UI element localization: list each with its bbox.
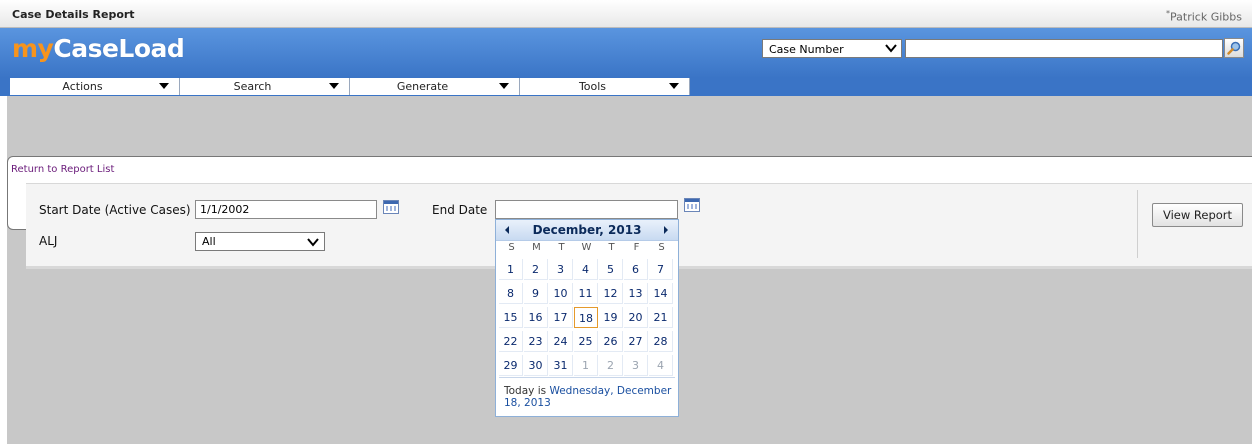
- window-title: Case Details Report: [12, 8, 135, 21]
- end-date-input[interactable]: [495, 200, 678, 219]
- weekday-label: T: [608, 242, 615, 253]
- menu-bar: Actions Search Generate Tools: [0, 78, 1252, 96]
- calendar-day[interactable]: 7: [649, 259, 673, 280]
- calendar-day[interactable]: 31: [549, 355, 573, 376]
- calendar-day[interactable]: 1: [499, 259, 523, 280]
- form-divider: [1137, 190, 1138, 258]
- calendar-day[interactable]: 23: [524, 331, 548, 352]
- weekday-label: F: [633, 242, 640, 253]
- menu-actions-label: Actions: [62, 80, 103, 93]
- weekday-label: S: [508, 242, 515, 253]
- app-header: myCaseLoad Case Number: [0, 28, 1252, 78]
- alj-select[interactable]: All: [195, 232, 325, 251]
- calendar-day[interactable]: 1: [574, 355, 598, 376]
- user-name-text: Patrick Gibbs: [1170, 10, 1242, 24]
- alj-value: All: [202, 235, 216, 248]
- date-picker-popup: December, 2013 SMTWTFS 1 2 3 4 5 6 7 8 9 10 11 12 13…: [495, 219, 679, 417]
- weekday-label: T: [558, 242, 565, 253]
- chevron-down-icon: [885, 44, 897, 53]
- calendar-day[interactable]: 17: [549, 307, 573, 328]
- calendar-day[interactable]: 16: [524, 307, 548, 328]
- app-logo[interactable]: myCaseLoad: [12, 34, 185, 63]
- weekday-label: M: [532, 242, 541, 253]
- search-button[interactable]: [1224, 38, 1244, 58]
- calendar-day[interactable]: 25: [574, 331, 598, 352]
- calendar-month-label: December, 2013: [532, 223, 642, 237]
- menu-actions[interactable]: Actions: [10, 78, 180, 95]
- title-bar: Case Details Report *Patrick Gibbs: [0, 0, 1252, 28]
- search-type-select[interactable]: Case Number: [762, 39, 902, 58]
- today-prefix: Today is: [504, 385, 550, 397]
- magnifier-icon: [1227, 41, 1241, 55]
- calendar-day[interactable]: 30: [524, 355, 548, 376]
- calendar-day[interactable]: 9: [524, 283, 548, 304]
- calendar-day[interactable]: 24: [549, 331, 573, 352]
- weekday-label: W: [581, 242, 592, 253]
- calendar-separator: [499, 377, 675, 378]
- view-report-button[interactable]: View Report: [1152, 203, 1243, 227]
- start-date-label: Start Date (Active Cases): [39, 203, 191, 217]
- calendar-icon[interactable]: [383, 200, 399, 214]
- calendar-day[interactable]: 6: [624, 259, 648, 280]
- calendar-day[interactable]: 13: [624, 283, 648, 304]
- calendar-day[interactable]: 11: [574, 283, 598, 304]
- menu-search-label: Search: [233, 80, 272, 93]
- calendar-day[interactable]: 29: [499, 355, 523, 376]
- calendar-today-text: Today is Wednesday, December 18, 2013: [504, 385, 674, 409]
- calendar-day[interactable]: 21: [649, 307, 673, 328]
- calendar-day[interactable]: 18: [574, 307, 598, 328]
- calendar-day[interactable]: 15: [499, 307, 523, 328]
- calendar-day[interactable]: 3: [549, 259, 573, 280]
- start-date-input[interactable]: [195, 200, 377, 219]
- dropdown-arrow-icon: [329, 83, 339, 89]
- calendar-day[interactable]: 10: [549, 283, 573, 304]
- calendar-day[interactable]: 8: [499, 283, 523, 304]
- calendar-day[interactable]: 2: [599, 355, 623, 376]
- weekday-header-row: SMTWTFS: [499, 242, 675, 258]
- logo-part-caseload: CaseLoad: [53, 34, 185, 63]
- menu-tools[interactable]: Tools: [520, 78, 690, 95]
- calendar-day[interactable]: 27: [624, 331, 648, 352]
- next-month-icon[interactable]: [664, 226, 668, 234]
- calendar-day[interactable]: 14: [649, 283, 673, 304]
- calendar-day[interactable]: 19: [599, 307, 623, 328]
- dropdown-arrow-icon: [669, 83, 679, 89]
- calendar-icon[interactable]: [684, 198, 700, 212]
- menu-generate[interactable]: Generate: [350, 78, 520, 95]
- calendar-day[interactable]: 20: [624, 307, 648, 328]
- menu-search[interactable]: Search: [180, 78, 350, 95]
- calendar-day[interactable]: 22: [499, 331, 523, 352]
- end-date-label: End Date: [432, 203, 488, 217]
- user-name[interactable]: *Patrick Gibbs: [1166, 9, 1242, 24]
- calendar-day[interactable]: 28: [649, 331, 673, 352]
- return-to-report-list-link[interactable]: Return to Report List: [11, 164, 114, 175]
- logo-part-my: my: [12, 34, 54, 63]
- calendar-day[interactable]: 26: [599, 331, 623, 352]
- chevron-down-icon: [307, 238, 319, 247]
- calendar-day[interactable]: 4: [649, 355, 673, 376]
- calendar-day[interactable]: 4: [574, 259, 598, 280]
- calendar-day[interactable]: 2: [524, 259, 548, 280]
- menu-generate-label: Generate: [396, 80, 449, 93]
- calendar-day[interactable]: 3: [624, 355, 648, 376]
- menu-tools-label: Tools: [578, 80, 607, 93]
- calendar-day-grid: 1 2 3 4 5 6 7 8 9 10 11 12 13 14 15 16 17 18 19 20 21 22 23 24 2…: [499, 259, 675, 391]
- weekday-label: S: [658, 242, 665, 253]
- dropdown-arrow-icon: [159, 83, 169, 89]
- alj-label: ALJ: [39, 234, 58, 248]
- calendar-day[interactable]: 5: [599, 259, 623, 280]
- calendar-header: December, 2013: [496, 220, 678, 241]
- dropdown-arrow-icon: [499, 83, 509, 89]
- search-input[interactable]: [905, 39, 1223, 58]
- calendar-day[interactable]: 12: [599, 283, 623, 304]
- search-type-value: Case Number: [769, 43, 844, 56]
